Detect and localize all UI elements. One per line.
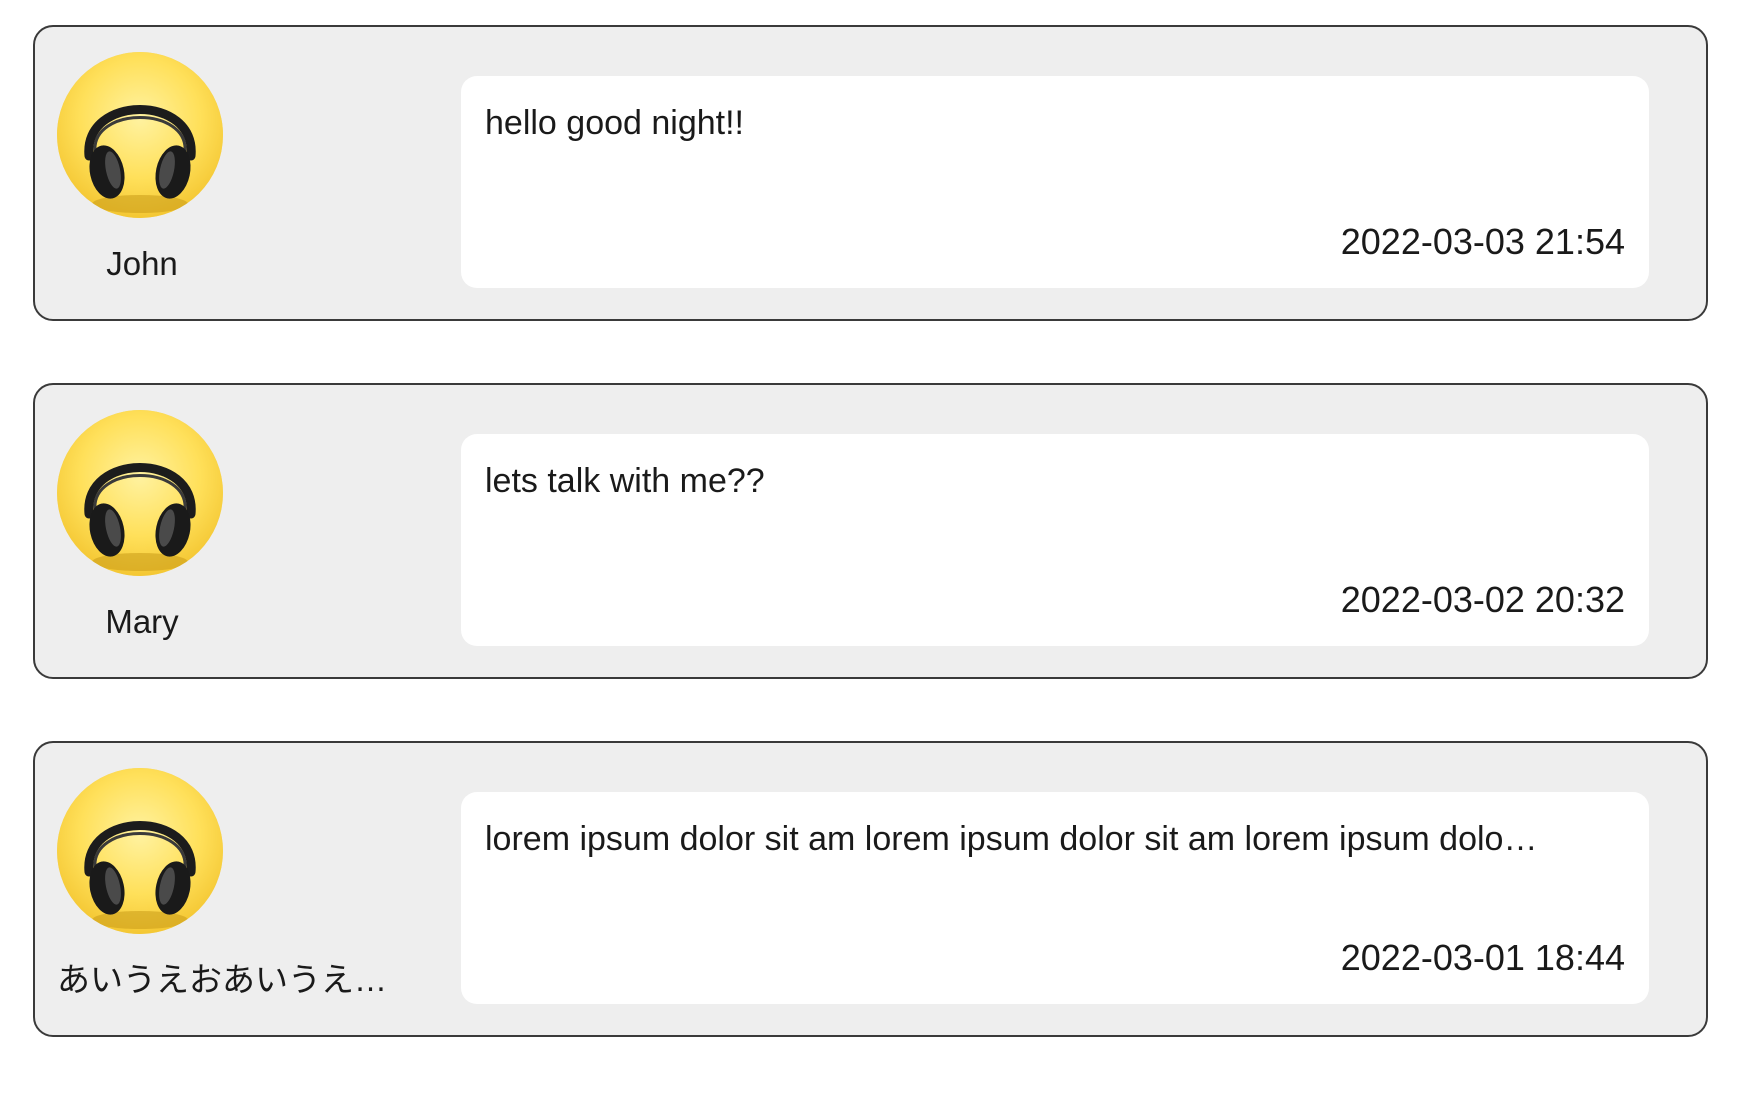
post-card: あいうえおあいうえお… lorem ipsum dolor sit am lor… bbox=[33, 741, 1708, 1037]
user-name: あいうえおあいうえお… bbox=[57, 961, 417, 998]
avatar[interactable] bbox=[57, 52, 223, 218]
avatar[interactable] bbox=[57, 768, 223, 934]
headphones-icon bbox=[57, 410, 223, 576]
message-text: lorem ipsum dolor sit am lorem ipsum dol… bbox=[485, 820, 1538, 858]
timestamp: 2022-03-03 21:54 bbox=[1340, 221, 1625, 262]
message-text: lets talk with me?? bbox=[485, 462, 765, 500]
message-bubble: lorem ipsum dolor sit am lorem ipsum dol… bbox=[461, 792, 1649, 1004]
user-name: John bbox=[106, 245, 178, 282]
user-name: Mary bbox=[105, 603, 179, 640]
post-card: Mary lets talk with me?? 2022-03-02 20:3… bbox=[33, 383, 1708, 679]
post-card: John hello good night!! 2022-03-03 21:54 bbox=[33, 25, 1708, 321]
message-text: hello good night!! bbox=[485, 104, 744, 142]
post-list: John hello good night!! 2022-03-03 21:54 bbox=[33, 25, 1708, 1099]
message-bubble: hello good night!! 2022-03-03 21:54 bbox=[461, 76, 1649, 288]
message-bubble: lets talk with me?? 2022-03-02 20:32 bbox=[461, 434, 1649, 646]
timestamp: 2022-03-01 18:44 bbox=[1340, 937, 1625, 978]
headphones-icon bbox=[57, 768, 223, 934]
timestamp: 2022-03-02 20:32 bbox=[1340, 579, 1625, 620]
headphones-icon bbox=[57, 52, 223, 218]
avatar[interactable] bbox=[57, 410, 223, 576]
